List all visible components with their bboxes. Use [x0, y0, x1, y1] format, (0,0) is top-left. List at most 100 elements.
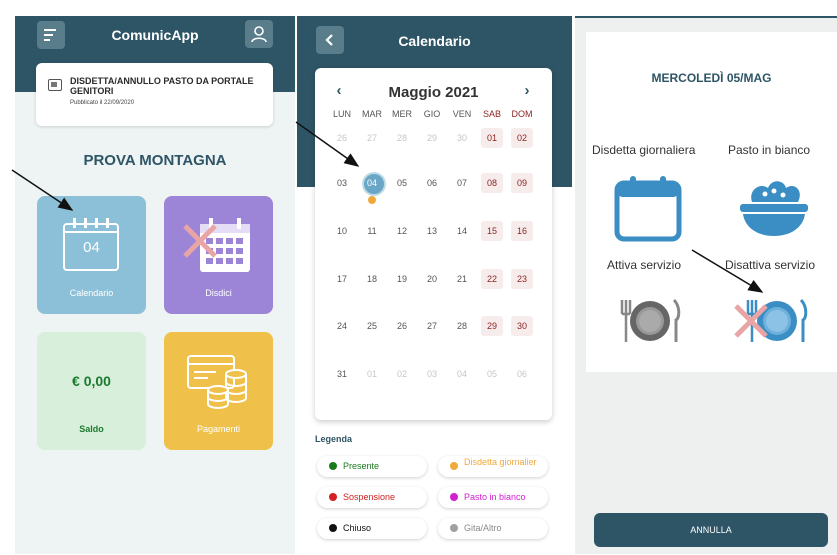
calendar-day[interactable]: 21 [448, 269, 476, 289]
day-number: 13 [426, 226, 437, 236]
day-number: 23 [516, 274, 527, 284]
disattiva-servizio-label: Disattiva servizio [725, 258, 816, 272]
home-screen: ComunicApp DISDETTA/ANNULLO PASTO DA POR… [15, 16, 295, 554]
calendar-day-outside-month: 30 [448, 128, 476, 148]
legend-item: Pasto in bianco [438, 487, 548, 508]
day-number: 31 [336, 369, 347, 379]
calendar-day[interactable]: 29 [478, 316, 506, 336]
meal-service-icon[interactable] [618, 296, 682, 346]
calendar-day[interactable]: 31 [328, 364, 356, 384]
calendar-day[interactable]: 07 [448, 173, 476, 193]
day-number: 08 [486, 178, 497, 188]
calendar-day[interactable]: 10 [328, 221, 356, 241]
calendar-day[interactable]: 03 [328, 173, 356, 193]
calendar-day[interactable]: 06 [418, 173, 446, 193]
legend-item: Chiuso [317, 518, 427, 539]
day-number: 03 [336, 178, 347, 188]
legend-label: Pasto in bianco [464, 492, 526, 502]
calendar-day[interactable]: 25 [358, 316, 386, 336]
legend-item: Disdetta giornalier [438, 456, 548, 477]
day-number: 20 [426, 274, 437, 284]
pagamenti-tile[interactable]: Pagamenti [164, 332, 273, 450]
day-number: 22 [486, 274, 497, 284]
notice-card[interactable]: DISDETTA/ANNULLO PASTO DA PORTALE GENITO… [36, 63, 273, 126]
calendar-day[interactable]: 28 [448, 316, 476, 336]
calendar-day[interactable]: 11 [358, 221, 386, 241]
calendar-day[interactable]: 14 [448, 221, 476, 241]
calendar-day[interactable]: 23 [508, 269, 536, 289]
day-number: 25 [366, 321, 377, 331]
cancel-calendar-icon [183, 218, 250, 272]
calendar-day[interactable]: 20 [418, 269, 446, 289]
day-number: 17 [336, 274, 347, 284]
day-number: 28 [396, 133, 407, 143]
calendar-card: ‹ Maggio 2021 › LUN MAR MER GIO VEN SAB DOM 26 2… [315, 68, 552, 420]
calendar-day[interactable]: 05 [388, 173, 416, 193]
day-number: 05 [486, 369, 497, 379]
saldo-amount: € 0,00 [72, 373, 111, 389]
calendar-day[interactable]: 30 [508, 316, 536, 336]
calendar-day[interactable]: 08 [478, 173, 506, 193]
calendar-day-outside-month: 29 [418, 128, 446, 148]
calendar-day[interactable]: 27 [418, 316, 446, 336]
legend-item: Gita/Altro [438, 518, 548, 539]
day-number: 19 [396, 274, 407, 284]
legend-label: Disdetta giornalier [464, 457, 537, 467]
profile-button[interactable] [245, 20, 273, 48]
day-options-card: MERCOLEDÌ 05/MAG Disdetta giornaliera Pa… [586, 32, 837, 372]
calendar-day[interactable]: 17 [328, 269, 356, 289]
cancel-button[interactable]: ANNULLA [594, 513, 828, 547]
calendar-day[interactable]: 04 [358, 172, 386, 204]
calendar-day[interactable]: 26 [388, 316, 416, 336]
meal-service-disabled-icon[interactable] [732, 296, 810, 346]
weekday-header: GIO [423, 109, 441, 119]
pagamenti-tile-label: Pagamenti [196, 424, 241, 434]
next-month-button[interactable]: › [518, 82, 536, 99]
day-number: 30 [516, 321, 527, 331]
day-number: 09 [516, 178, 527, 188]
calendar-day-outside-month: 28 [388, 128, 416, 148]
calendar-day-outside-month: 03 [418, 364, 446, 384]
legend-item: Sospensione [317, 487, 427, 508]
day-number: 07 [456, 178, 467, 188]
bowl-icon[interactable] [738, 176, 810, 240]
calendar-day-outside-month: 02 [388, 364, 416, 384]
day-number: 28 [456, 321, 467, 331]
day-number: 06 [516, 369, 527, 379]
day-number: 04 [366, 178, 377, 188]
day-number: 18 [366, 274, 377, 284]
legend-dot [450, 462, 458, 470]
calendar-day[interactable]: 15 [478, 221, 506, 241]
calendar-icon[interactable] [614, 175, 682, 243]
day-number: 14 [456, 226, 467, 236]
calendar-day[interactable]: 12 [388, 221, 416, 241]
weekday-header: MER [392, 109, 412, 119]
saldo-tile[interactable]: € 0,00 Saldo [37, 332, 146, 450]
calendar-day[interactable]: 09 [508, 173, 536, 193]
calendar-day[interactable]: 02 [508, 128, 536, 148]
page-title: Calendario [398, 33, 471, 49]
calendar-day[interactable]: 13 [418, 221, 446, 241]
calendar-day-outside-month: 05 [478, 364, 506, 384]
disdici-tile[interactable]: Disdici [164, 196, 273, 314]
calendar-day[interactable]: 01 [478, 128, 506, 148]
day-number: 29 [486, 321, 497, 331]
calendar-day[interactable]: 22 [478, 269, 506, 289]
weekday-header: SAB [482, 109, 501, 119]
calendar-tile[interactable]: 04 Calendario [37, 196, 146, 314]
top-divider [575, 16, 837, 18]
calendar-day[interactable]: 24 [328, 316, 356, 336]
legend-dot [450, 524, 458, 532]
day-number: 15 [486, 226, 497, 236]
day-number: 02 [516, 133, 527, 143]
day-number: 26 [336, 133, 347, 143]
calendar-day[interactable]: 16 [508, 221, 536, 241]
calendar-day-outside-month: 06 [508, 364, 536, 384]
user-icon [251, 26, 267, 43]
calendar-day-outside-month: 04 [448, 364, 476, 384]
calendar-day[interactable]: 18 [358, 269, 386, 289]
calendar-day[interactable]: 19 [388, 269, 416, 289]
legend-dot [450, 493, 458, 501]
calendar-day-outside-month: 26 [328, 128, 356, 148]
day-number: 03 [426, 369, 437, 379]
